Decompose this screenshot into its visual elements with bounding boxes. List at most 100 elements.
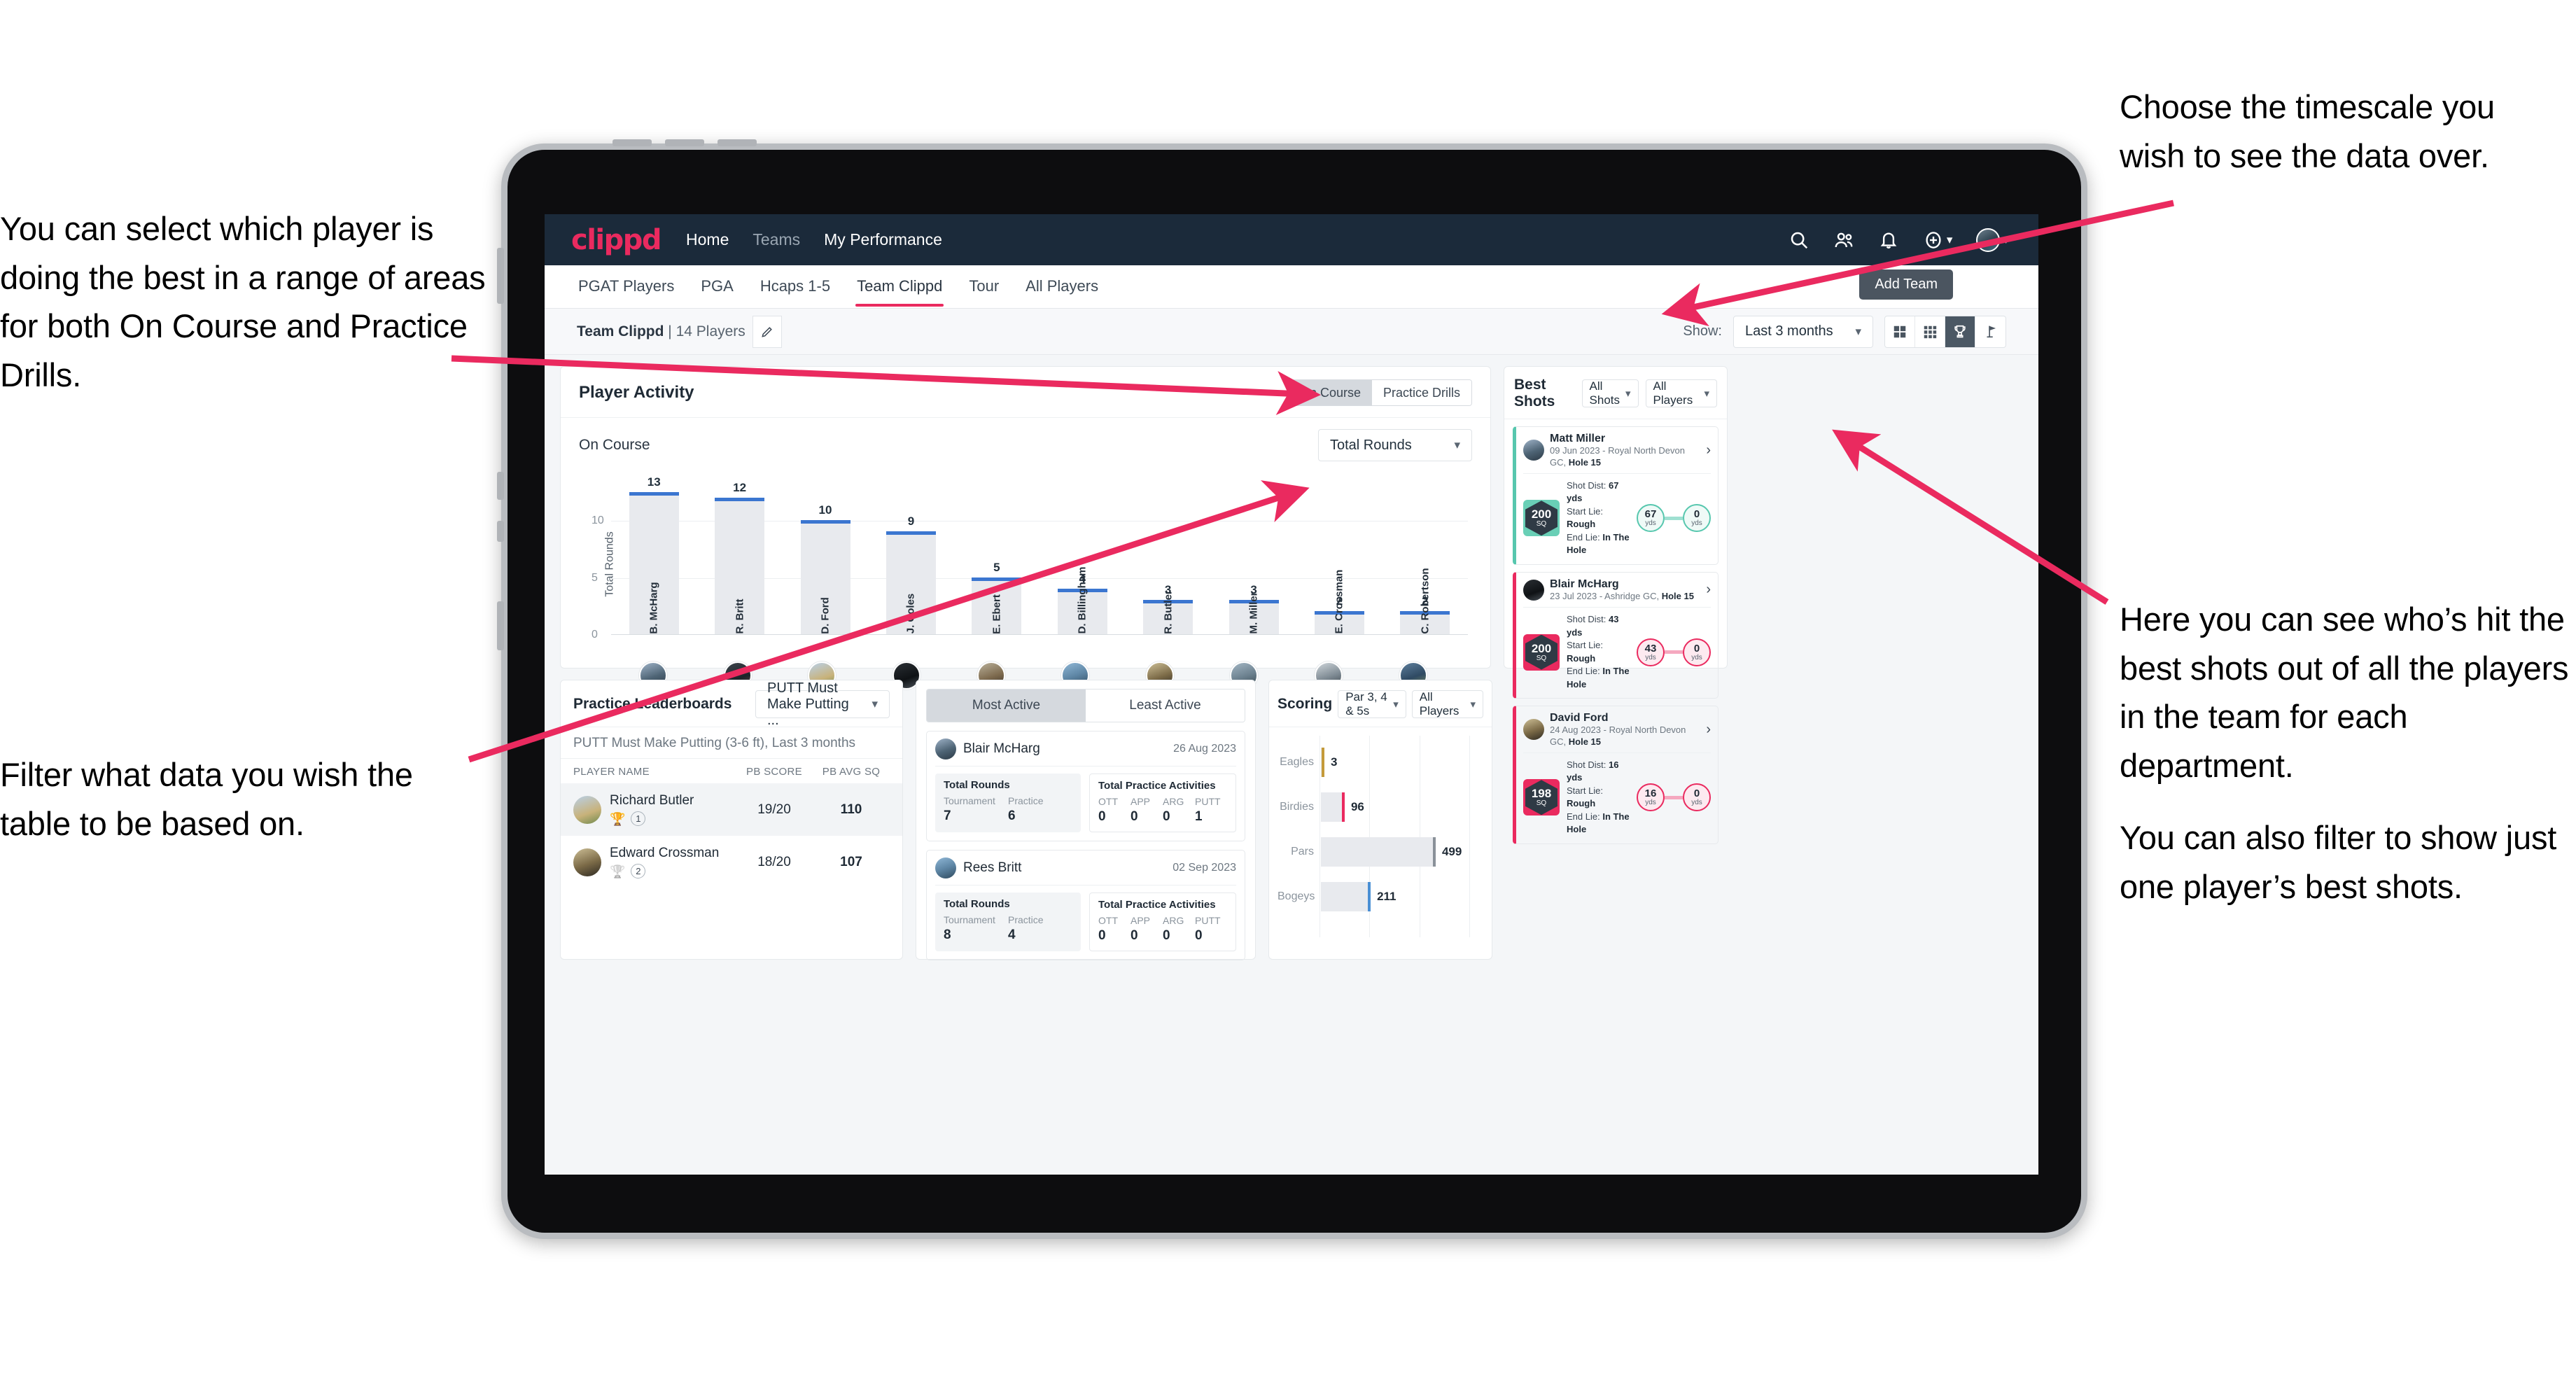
table-row[interactable]: Edward Crossman 🏆 2 18/20 107 <box>561 836 902 888</box>
chevron-right-icon[interactable]: › <box>1706 582 1711 598</box>
nav-link-my-performance[interactable]: My Performance <box>824 230 942 249</box>
nav-link-home[interactable]: Home <box>686 230 729 249</box>
end-lie-line: End Lie: In The Hole <box>1567 811 1630 836</box>
grid-small-icon[interactable] <box>1915 316 1945 347</box>
total-rounds-box: Total Rounds Tournament 7 Practice 6 <box>935 774 1081 832</box>
plus-circle-icon[interactable] <box>1923 230 1944 251</box>
pencil-icon[interactable] <box>752 315 782 348</box>
stat-column: Tournament 8 <box>944 914 1008 943</box>
tab-hcaps-1-5[interactable]: Hcaps 1-5 <box>759 267 832 307</box>
start-distance: 16 <box>1644 788 1657 800</box>
chart-bar-label: B. McHarg <box>648 582 660 634</box>
best-shots-player-filter[interactable]: All Players ▾ <box>1645 379 1717 407</box>
tab-tour[interactable]: Tour <box>967 267 1000 307</box>
add-menu[interactable]: ▾ <box>1923 230 1953 251</box>
tab-pgat-players[interactable]: PGAT Players <box>577 267 676 307</box>
scoring-track: 211 <box>1321 874 1483 919</box>
scoring-category-label: Pars <box>1291 846 1314 858</box>
chevron-down-icon: ▾ <box>1946 232 1953 246</box>
best-shot-card[interactable]: Matt Miller 09 Jun 2023 - Royal North Dev… <box>1513 426 1718 565</box>
account-menu[interactable]: ▾ <box>1976 227 2009 252</box>
practice-leaderboards-card: Practice Leaderboards PUTT Must Make Put… <box>560 680 903 960</box>
y-tick-0: 0 <box>592 629 598 640</box>
metric-select[interactable]: Total Rounds ▾ <box>1318 429 1472 461</box>
chart-bar: E. Ebert <box>972 577 1022 634</box>
trophy-icon: 🏆 <box>610 811 626 826</box>
segment-on-course[interactable]: On Course <box>1288 380 1372 405</box>
tab-all-players[interactable]: All Players <box>1024 267 1100 307</box>
trophy-icon[interactable] <box>1945 316 1975 347</box>
annotation-right-top: Choose the timescale you wish to see the… <box>2120 88 2495 174</box>
practice-activities-box: Total Practice Activities OTT 0 APP 0 ARG 0 PUT… <box>1089 892 1236 951</box>
chart-bar-label: D. Billingham <box>1076 566 1088 634</box>
chevron-down-icon: ▾ <box>1470 699 1476 710</box>
start-lie-line: Start Lie: Rough <box>1567 639 1630 665</box>
activity-player-name: Blair McHarg <box>963 741 1040 756</box>
device-button <box>497 248 504 304</box>
subheader-controls: Show: Last 3 months ▾ <box>1683 315 2006 348</box>
chart-bar: M. Miller <box>1228 592 1279 634</box>
dashboard-body: Player Activity On Course Practice Drill… <box>545 355 2038 1175</box>
stat-label: OTT <box>1098 915 1118 926</box>
chart-bar: E. Crossman <box>1314 570 1364 634</box>
tab-pga[interactable]: PGA <box>699 267 734 307</box>
scoring-bar <box>1321 748 1324 777</box>
best-shot-card[interactable]: Blair McHarg 23 Jul 2023 - Ashridge GC, H… <box>1513 571 1718 699</box>
scoring-row: Bogeys 211 <box>1278 874 1483 919</box>
scoring-track: 3 <box>1321 740 1483 785</box>
activity-player-name: Rees Britt <box>963 860 1022 875</box>
flag-icon[interactable] <box>1975 316 2005 347</box>
total-rounds-box: Total Rounds Tournament 8 Practice 4 <box>935 892 1081 951</box>
grid-large-icon[interactable] <box>1885 316 1915 347</box>
best-shot-player-name: David Ford <box>1550 711 1609 724</box>
best-shot-meta: 23 Jul 2023 - Ashridge GC, Hole 15 <box>1550 591 1694 602</box>
tab-team-clippd[interactable]: Team Clippd <box>855 267 944 307</box>
device-button <box>497 521 504 542</box>
best-shot-date-course: 23 Jul 2023 - Ashridge GC, <box>1550 591 1660 601</box>
device-button <box>612 139 652 146</box>
drill-select[interactable]: PUTT Must Make Putting ... ▾ <box>755 680 890 728</box>
stat-label: OTT <box>1098 796 1118 807</box>
bell-icon[interactable] <box>1878 230 1899 251</box>
top-nav-actions: ▾ ▾ <box>1788 227 2009 252</box>
chevron-right-icon[interactable]: › <box>1706 442 1711 458</box>
scoring-category-label: Eagles <box>1280 756 1314 768</box>
chart-bar-value: 10 <box>818 503 832 517</box>
scoring-category-label: Bogeys <box>1278 890 1315 902</box>
pb-score-cell: 18/20 <box>757 854 791 869</box>
scoring-par-filter[interactable]: Par 3, 4 & 5s ▾ <box>1338 690 1406 718</box>
sq-unit: SQ <box>1536 520 1547 528</box>
shot-end-node: 0 yds <box>1683 783 1711 812</box>
avatar-icon[interactable] <box>1976 227 2001 252</box>
chart-bar-group: 5 E. Ebert <box>954 475 1040 634</box>
column-pb-avg-sq: PB AVG SQ <box>822 766 881 778</box>
stat-column: ARG 0 <box>1163 796 1195 825</box>
people-icon[interactable] <box>1833 230 1854 251</box>
search-icon[interactable] <box>1788 230 1809 251</box>
best-shots-shot-filter[interactable]: All Shots ▾ <box>1581 379 1639 407</box>
chevron-right-icon[interactable]: › <box>1706 722 1711 738</box>
dashboard-row-bottom: Practice Leaderboards PUTT Must Make Put… <box>560 680 2023 960</box>
timescale-select[interactable]: Last 3 months ▾ <box>1733 315 1873 348</box>
practice-activities-box: Total Practice Activities OTT 0 APP 0 ARG 0 PUT… <box>1089 774 1236 832</box>
table-row[interactable]: Richard Butler 🏆 1 19/20 110 <box>561 783 902 836</box>
activity-card[interactable]: Rees Britt 02 Sep 2023 Total Rounds Tournam… <box>926 850 1245 960</box>
segment-practice-drills[interactable]: Practice Drills <box>1371 380 1471 405</box>
scoring-row: Eagles 3 <box>1278 740 1483 785</box>
nav-link-teams[interactable]: Teams <box>752 230 800 249</box>
player-activity-subrow: On Course Total Rounds ▾ <box>561 418 1490 465</box>
start-lie-label: Start Lie: <box>1567 640 1604 651</box>
clippd-logo[interactable]: clippd <box>571 226 662 254</box>
scoring-category-label: Birdies <box>1280 801 1314 813</box>
chart-bar: J. Coles <box>886 531 936 634</box>
drill-name: PUTT Must Make Putting (3-6 ft), <box>573 736 769 750</box>
best-shot-identity: Blair McHarg 23 Jul 2023 - Ashridge GC, H… <box>1550 578 1694 603</box>
chevron-down-icon: ▾ <box>2003 232 2009 246</box>
best-shot-card[interactable]: David Ford 24 Aug 2023 - Royal North Devo… <box>1513 705 1718 844</box>
scoring-player-filter[interactable]: All Players ▾ <box>1411 690 1483 718</box>
tab-least-active[interactable]: Least Active <box>1086 690 1245 722</box>
activity-card[interactable]: Blair McHarg 26 Aug 2023 Total Rounds Tourn… <box>926 731 1245 841</box>
tab-most-active[interactable]: Most Active <box>927 690 1086 722</box>
scoring-bar <box>1321 882 1371 911</box>
stat-column: APP 0 <box>1130 796 1163 825</box>
